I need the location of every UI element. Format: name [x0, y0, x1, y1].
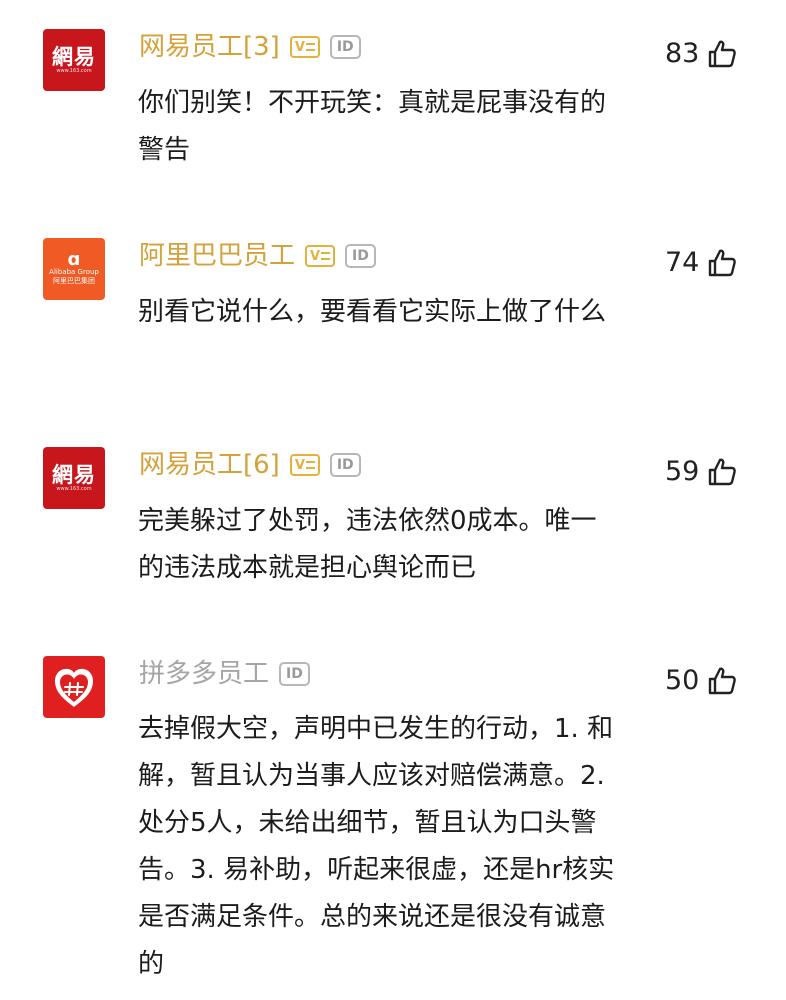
like-button[interactable]: 50	[665, 664, 737, 698]
like-button[interactable]: 74	[665, 246, 737, 280]
like-count: 50	[665, 665, 700, 696]
alibaba-logo-icon: ɑ	[67, 249, 81, 270]
id-badge: ID	[329, 453, 361, 477]
like-count: 59	[665, 456, 700, 487]
like-count: 83	[665, 38, 700, 69]
id-badge: ID	[329, 35, 361, 59]
like-button[interactable]: 83	[665, 37, 737, 71]
username[interactable]: 网易员工[6]	[139, 448, 280, 482]
thumbs-up-icon	[709, 40, 737, 68]
comment-header: 网易员工[3] V ID	[139, 30, 361, 64]
username[interactable]: 拼多多员工	[139, 657, 269, 691]
netease-avatar[interactable]: 網易 www.163.com	[43, 447, 105, 509]
username[interactable]: 阿里巴巴员工	[139, 239, 295, 273]
alibaba-avatar[interactable]: ɑ Alibaba Group 阿里巴巴集团	[43, 238, 105, 300]
comment-header: 阿里巴巴员工 V ID	[139, 239, 376, 273]
avatar-logo-subtext: www.163.com	[56, 485, 92, 492]
like-count: 74	[665, 247, 700, 278]
thumbs-up-icon	[709, 458, 737, 486]
thumbs-up-icon	[709, 667, 737, 695]
thumbs-up-icon	[709, 249, 737, 277]
comment-text: 你们别笑！不开玩笑：真就是屁事没有的警告	[138, 88, 607, 165]
id-badge: ID	[345, 244, 376, 268]
comment-text: 去掉假大空，声明中已发生的行动，1. 和解，暂且认为当事人应该对赔偿满意。2. …	[138, 714, 615, 979]
comment-header: 网易员工[6] V ID	[139, 448, 361, 482]
avatar-logo-text: 網易	[52, 462, 96, 487]
verified-badge-icon: V	[289, 454, 320, 476]
netease-avatar[interactable]: 網易 www.163.com	[43, 29, 105, 91]
id-badge: ID	[279, 662, 310, 686]
avatar-logo-subtext: 阿里巴巴集团	[53, 277, 95, 285]
verified-badge-icon: V	[289, 36, 320, 58]
pinduoduo-avatar[interactable]	[43, 656, 105, 718]
avatar-logo-text: 網易	[52, 44, 96, 69]
like-button[interactable]: 59	[665, 455, 737, 489]
comment-text: 别看它说什么，要看看它实际上做了什么	[138, 297, 607, 327]
comment-text: 完美躲过了处罚，违法依然0成本。唯一的违法成本就是担心舆论而已	[138, 506, 597, 583]
verified-badge-icon: V	[305, 245, 336, 267]
avatar-logo-text: Alibaba Group	[49, 268, 99, 276]
pinduoduo-logo-icon	[55, 668, 93, 707]
comment-header: 拼多多员工 ID	[139, 657, 310, 691]
avatar-logo-subtext: www.163.com	[56, 67, 92, 74]
username[interactable]: 网易员工[3]	[139, 30, 280, 64]
